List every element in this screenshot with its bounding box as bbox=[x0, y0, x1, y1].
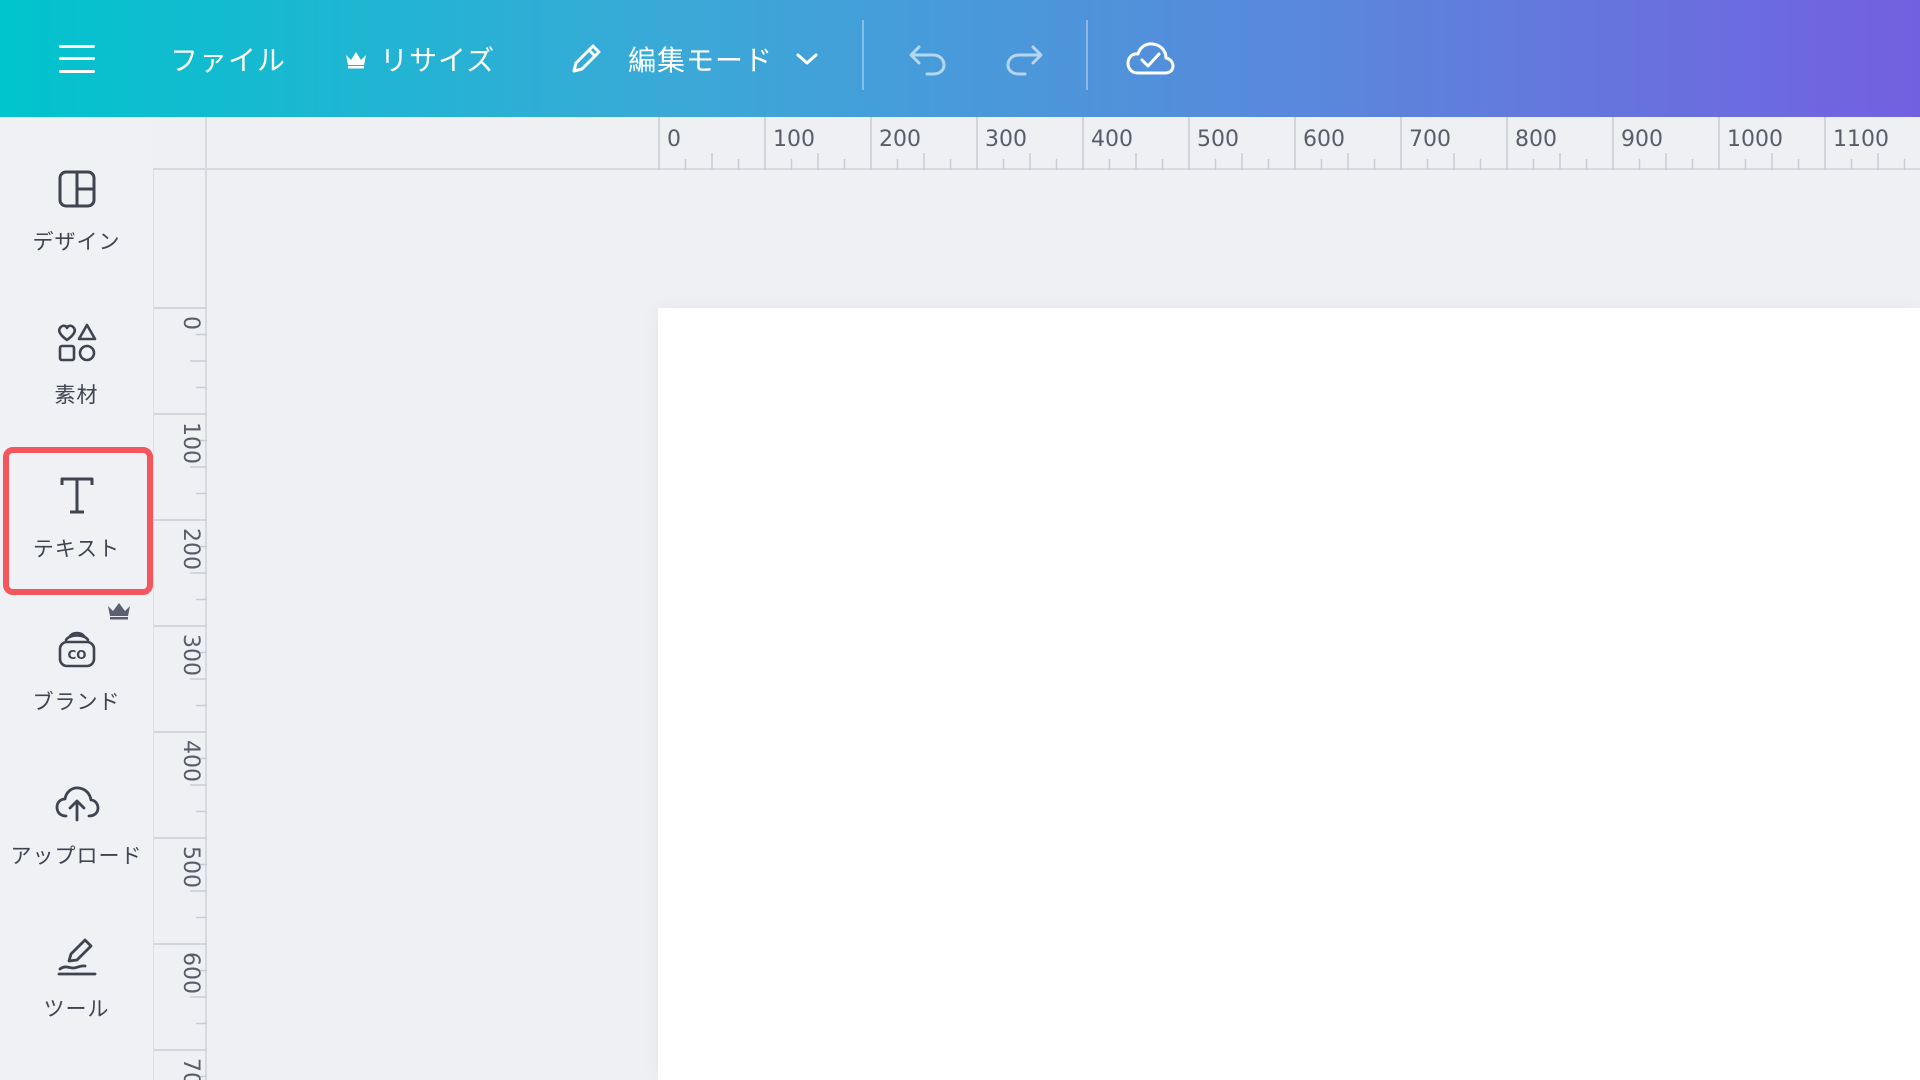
ruler-top-label: 500 bbox=[1197, 127, 1239, 152]
ruler-top-label: 400 bbox=[1091, 127, 1133, 152]
design-canvas[interactable] bbox=[658, 308, 1920, 1080]
sidebar-item-tools[interactable]: ツール bbox=[0, 904, 153, 1052]
sidebar-item-label: デザイン bbox=[32, 230, 121, 254]
ruler-corner bbox=[153, 117, 207, 170]
ruler-left-label: 200 bbox=[178, 528, 203, 570]
pencil-icon bbox=[572, 44, 601, 72]
crown-icon bbox=[346, 51, 366, 68]
resize-button[interactable]: リサイズ bbox=[344, 0, 495, 117]
ruler-left-label: 300 bbox=[178, 634, 203, 676]
ruler-top-label: 1100 bbox=[1833, 127, 1889, 152]
cloud-check-icon bbox=[1126, 41, 1175, 74]
ruler-top-label: 1000 bbox=[1727, 127, 1783, 152]
draw-tool-icon bbox=[54, 933, 100, 979]
sidebar-item-design[interactable]: デザイン bbox=[0, 137, 153, 285]
design-layout-icon bbox=[54, 166, 100, 212]
sidebar-item-uploads[interactable]: アップロード bbox=[0, 751, 153, 899]
svg-text:CO: CO bbox=[67, 648, 86, 662]
ruler-left-label: 500 bbox=[178, 846, 203, 888]
top-toolbar: ファイル リサイズ 編集モード bbox=[0, 0, 1920, 117]
ruler-left: 0 100 200 300 400 500 600 700 bbox=[153, 170, 208, 1080]
redo-icon bbox=[1006, 45, 1043, 75]
ruler-top-label: 100 bbox=[773, 127, 815, 152]
redo-button[interactable] bbox=[1000, 0, 1050, 117]
left-sidebar: デザイン 素材 テキスト CO ブランド アップロード ツール bbox=[0, 117, 153, 1080]
ruler-left-label: 700 bbox=[178, 1058, 203, 1080]
ruler-left-label: 600 bbox=[178, 952, 203, 994]
file-menu-label: ファイル bbox=[170, 43, 287, 77]
elements-shapes-icon bbox=[54, 319, 100, 365]
ruler-left-label: 400 bbox=[178, 740, 203, 782]
sidebar-item-label: 素材 bbox=[54, 383, 99, 407]
ruler-top-label: 800 bbox=[1515, 127, 1557, 152]
resize-label: リサイズ bbox=[380, 43, 496, 77]
file-menu-button[interactable]: ファイル bbox=[170, 0, 286, 117]
sidebar-item-label: ツール bbox=[43, 997, 110, 1021]
undo-icon bbox=[909, 45, 946, 75]
undo-button[interactable] bbox=[902, 0, 952, 117]
ruler-top-label: 600 bbox=[1303, 127, 1345, 152]
sidebar-item-elements[interactable]: 素材 bbox=[0, 290, 153, 438]
edit-mode-label: 編集モード bbox=[628, 43, 774, 77]
toolbar-divider bbox=[862, 20, 864, 90]
ruler-top-label: 300 bbox=[985, 127, 1027, 152]
sidebar-item-label: アップロード bbox=[10, 844, 143, 868]
brand-icon: CO bbox=[54, 626, 100, 672]
ruler-top: 0 100 200 300 400 500 600 700 800 900 1000 1100 bbox=[207, 117, 1920, 170]
ruler-left-label: 100 bbox=[178, 422, 203, 464]
chevron-down-icon bbox=[796, 53, 818, 64]
menu-icon[interactable] bbox=[50, 0, 104, 117]
sidebar-item-label: ブランド bbox=[32, 690, 121, 714]
ruler-top-label: 900 bbox=[1621, 127, 1663, 152]
ruler-left-label: 0 bbox=[178, 316, 203, 330]
text-icon bbox=[54, 473, 100, 519]
ruler-top-label: 700 bbox=[1409, 127, 1451, 152]
cloud-upload-icon bbox=[54, 780, 100, 826]
edit-mode-dropdown[interactable]: 編集モード bbox=[566, 0, 819, 117]
sidebar-item-label: テキスト bbox=[32, 537, 121, 561]
crown-icon bbox=[108, 603, 130, 620]
sidebar-item-text[interactable]: テキスト bbox=[0, 444, 153, 592]
toolbar-divider bbox=[1086, 20, 1088, 90]
ruler-top-label: 200 bbox=[879, 127, 921, 152]
ruler-top-label: 0 bbox=[667, 127, 681, 152]
save-status-button[interactable] bbox=[1124, 0, 1176, 117]
